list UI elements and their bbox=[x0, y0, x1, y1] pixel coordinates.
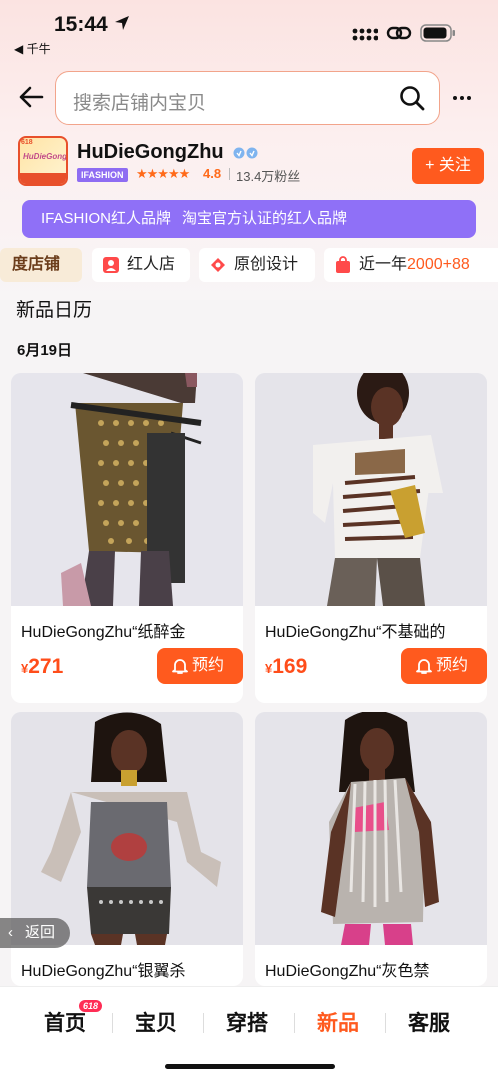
product-title[interactable]: HuDieGongZhu“不基础的 bbox=[265, 618, 481, 642]
reserve-button[interactable]: 预约 bbox=[157, 648, 243, 684]
tab-divider bbox=[203, 1013, 204, 1033]
rating-stars: ★★★★★ bbox=[136, 166, 190, 181]
chip-annual-sales[interactable]: 近一年2000+88 bbox=[324, 248, 498, 282]
chip-label: 红人店 bbox=[127, 256, 176, 273]
search-input[interactable]: 搜索店铺内宝贝 bbox=[55, 71, 440, 125]
floating-back-button[interactable]: ‹ 返回 bbox=[0, 918, 70, 948]
chip-annual-shop[interactable]: 度店铺 bbox=[0, 248, 82, 282]
chip-label: 近一年2000+88 bbox=[359, 256, 470, 273]
logo-ribbon bbox=[20, 173, 66, 184]
status-bar: 15:44 ◀ 千牛 bbox=[0, 0, 498, 60]
tab-divider bbox=[385, 1013, 386, 1033]
product-title[interactable]: HuDieGongZhu“灰色禁 bbox=[265, 957, 481, 981]
product-image[interactable] bbox=[11, 373, 243, 606]
product-title[interactable]: HuDieGongZhu“银翼杀 bbox=[21, 957, 237, 981]
logo-618-tag: 618 bbox=[21, 139, 33, 146]
floating-back-label: 返回 bbox=[25, 924, 56, 941]
tab-customer-service[interactable]: 客服 bbox=[408, 1007, 450, 1037]
tab-outfits[interactable]: 穿搭 bbox=[226, 1007, 268, 1037]
back-arrow-icon[interactable] bbox=[18, 84, 44, 110]
logo-text: HuDieGongZhu bbox=[23, 152, 67, 161]
calendar-date: 6月19日 bbox=[17, 342, 73, 359]
tab-home[interactable]: 首页 bbox=[44, 1007, 86, 1037]
product-image[interactable] bbox=[255, 712, 487, 945]
bell-icon bbox=[416, 659, 432, 674]
signal-icon bbox=[352, 28, 378, 41]
ifashion-banner[interactable]: IFASHION红人品牌 淘宝官方认证的红人品牌 bbox=[22, 200, 476, 238]
reserve-label: 预约 bbox=[192, 657, 225, 674]
tab-divider bbox=[112, 1013, 113, 1033]
tab-divider bbox=[294, 1013, 295, 1033]
product-card[interactable]: HuDieGongZhu“纸醉金 ¥271 预约 bbox=[11, 373, 243, 703]
back-to-app-link[interactable]: ◀ 千牛 bbox=[14, 40, 51, 57]
product-price: ¥271 bbox=[21, 655, 64, 678]
product-title[interactable]: HuDieGongZhu“纸醉金 bbox=[21, 618, 237, 642]
home-618-badge: 618 bbox=[79, 1000, 103, 1012]
fans-count: 13.4万粉丝 bbox=[236, 169, 301, 184]
chip-original-design[interactable]: 原创设计 bbox=[199, 248, 315, 282]
shop-name[interactable]: HuDieGongZhu bbox=[77, 141, 224, 164]
battery-icon bbox=[420, 24, 455, 42]
hotspot-link-icon bbox=[386, 26, 412, 40]
ifashion-tag: IFASHION bbox=[77, 168, 128, 182]
design-icon bbox=[211, 258, 225, 272]
bell-icon bbox=[172, 659, 188, 674]
chip-label: 度店铺 bbox=[12, 256, 61, 273]
product-card[interactable]: HuDieGongZhu“灰色禁 bbox=[255, 712, 487, 986]
location-arrow-icon bbox=[115, 16, 129, 30]
vip-badge-icon bbox=[233, 147, 258, 159]
banner-desc: 淘宝官方认证的红人品牌 bbox=[182, 210, 348, 227]
chip-highlight: 2000+88 bbox=[407, 256, 470, 273]
status-time: 15:44 bbox=[54, 13, 108, 36]
search-icon[interactable] bbox=[399, 85, 425, 111]
product-image[interactable] bbox=[255, 373, 487, 606]
search-placeholder: 搜索店铺内宝贝 bbox=[73, 93, 207, 114]
more-options-icon[interactable] bbox=[452, 95, 472, 101]
section-title: 新品日历 bbox=[16, 300, 93, 321]
product-card[interactable]: HuDieGongZhu“不基础的 ¥169 预约 bbox=[255, 373, 487, 703]
tab-items[interactable]: 宝贝 bbox=[135, 1007, 177, 1037]
reserve-button[interactable]: 预约 bbox=[401, 648, 487, 684]
bag-icon bbox=[336, 256, 350, 273]
rating-value: 4.8 bbox=[203, 166, 222, 181]
product-image[interactable] bbox=[11, 712, 243, 945]
reserve-label: 预约 bbox=[436, 657, 469, 674]
person-icon bbox=[103, 257, 119, 273]
chevron-left-icon: ‹ bbox=[8, 924, 13, 941]
product-price: ¥169 bbox=[265, 655, 308, 678]
follow-button[interactable]: + 关注 bbox=[412, 148, 484, 184]
home-indicator bbox=[165, 1064, 335, 1069]
shop-logo[interactable]: 618 HuDieGongZhu bbox=[18, 136, 68, 186]
tab-new-arrivals[interactable]: 新品 bbox=[317, 1007, 359, 1037]
chip-influencer-shop[interactable]: 红人店 bbox=[92, 248, 190, 282]
divider bbox=[229, 168, 230, 180]
banner-title: IFASHION红人品牌 bbox=[41, 210, 172, 227]
shop-tags-row: 度店铺 红人店 原创设计 近一年2000+88 bbox=[0, 248, 498, 284]
chip-label: 原创设计 bbox=[234, 256, 299, 273]
